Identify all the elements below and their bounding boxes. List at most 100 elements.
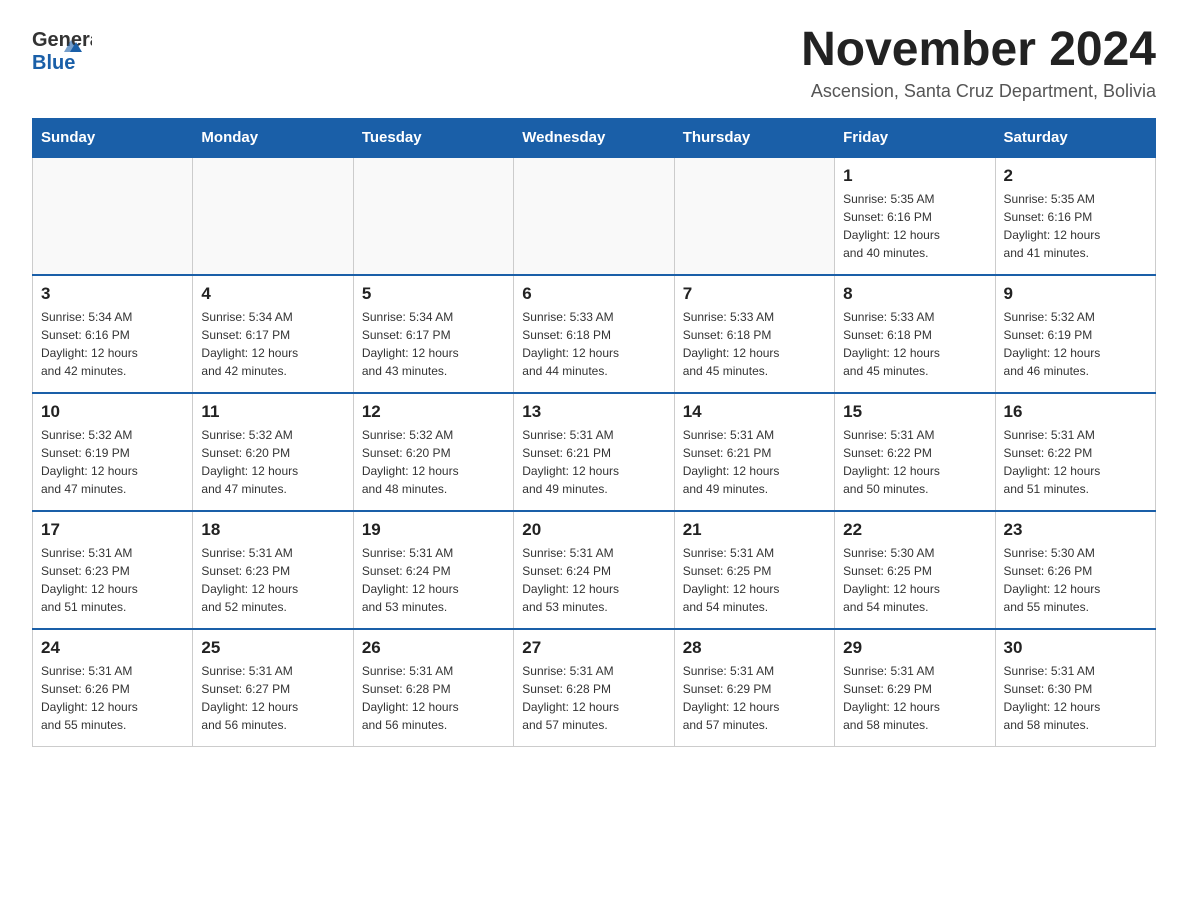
day-number: 4 <box>201 284 344 304</box>
month-title: November 2024 <box>801 24 1156 77</box>
day-number: 17 <box>41 520 184 540</box>
day-number: 22 <box>843 520 986 540</box>
day-number: 2 <box>1004 166 1147 186</box>
day-info: Sunrise: 5:32 AMSunset: 6:20 PMDaylight:… <box>201 426 344 498</box>
table-row: 22 Sunrise: 5:30 AMSunset: 6:25 PMDayligh… <box>835 511 995 629</box>
day-number: 16 <box>1004 402 1147 422</box>
day-number: 24 <box>41 638 184 658</box>
table-row: 3Sunrise: 5:34 AMSunset: 6:16 PMDaylight… <box>33 275 193 393</box>
table-row: 4 Sunrise: 5:34 AMSunset: 6:17 PMDaylight… <box>193 275 353 393</box>
table-row: 29Sunrise: 5:31 AMSunset: 6:29 PMDayligh… <box>835 629 995 747</box>
table-row: 9 Sunrise: 5:32 AMSunset: 6:19 PMDaylight… <box>995 275 1155 393</box>
day-info: Sunrise: 5:32 AMSunset: 6:19 PMDaylight:… <box>1004 308 1147 380</box>
header-wednesday: Wednesday <box>514 118 674 157</box>
day-info: Sunrise: 5:31 AMSunset: 6:24 PMDaylight:… <box>522 544 665 616</box>
day-number: 11 <box>201 402 344 422</box>
table-row: 7 Sunrise: 5:33 AMSunset: 6:18 PMDaylight… <box>674 275 834 393</box>
day-number: 14 <box>683 402 826 422</box>
day-info: Sunrise: 5:31 AMSunset: 6:22 PMDaylight:… <box>843 426 986 498</box>
day-number: 7 <box>683 284 826 304</box>
day-info: Sunrise: 5:31 AMSunset: 6:24 PMDaylight:… <box>362 544 505 616</box>
table-row <box>33 157 193 275</box>
table-row: 8 Sunrise: 5:33 AMSunset: 6:18 PMDaylight… <box>835 275 995 393</box>
table-row: 21 Sunrise: 5:31 AMSunset: 6:25 PMDayligh… <box>674 511 834 629</box>
calendar-week-row: 10 Sunrise: 5:32 AMSunset: 6:19 PMDayligh… <box>33 393 1156 511</box>
table-row: 13 Sunrise: 5:31 AMSunset: 6:21 PMDayligh… <box>514 393 674 511</box>
day-info: Sunrise: 5:35 AMSunset: 6:16 PMDaylight:… <box>1004 190 1147 262</box>
day-number: 6 <box>522 284 665 304</box>
table-row: 12 Sunrise: 5:32 AMSunset: 6:20 PMDayligh… <box>353 393 513 511</box>
day-number: 30 <box>1004 638 1147 658</box>
table-row: 24 Sunrise: 5:31 AMSunset: 6:26 PMDayligh… <box>33 629 193 747</box>
day-number: 10 <box>41 402 184 422</box>
header-sunday: Sunday <box>33 118 193 157</box>
page-header: General Blue November 2024 Ascension, Sa… <box>32 24 1156 102</box>
table-row: 5Sunrise: 5:34 AMSunset: 6:17 PMDaylight… <box>353 275 513 393</box>
day-number: 29 <box>843 638 986 658</box>
location-subtitle: Ascension, Santa Cruz Department, Bolivi… <box>801 81 1156 102</box>
day-info: Sunrise: 5:31 AMSunset: 6:29 PMDaylight:… <box>683 662 826 734</box>
table-row: 1 Sunrise: 5:35 AMSunset: 6:16 PMDaylight… <box>835 157 995 275</box>
table-row: 28 Sunrise: 5:31 AMSunset: 6:29 PMDayligh… <box>674 629 834 747</box>
header-monday: Monday <box>193 118 353 157</box>
svg-text:General: General <box>32 29 92 51</box>
day-number: 12 <box>362 402 505 422</box>
table-row <box>353 157 513 275</box>
day-number: 15 <box>843 402 986 422</box>
header-thursday: Thursday <box>674 118 834 157</box>
calendar-table: Sunday Monday Tuesday Wednesday Thursday… <box>32 118 1156 747</box>
day-number: 23 <box>1004 520 1147 540</box>
day-info: Sunrise: 5:33 AMSunset: 6:18 PMDaylight:… <box>683 308 826 380</box>
day-number: 19 <box>362 520 505 540</box>
day-info: Sunrise: 5:31 AMSunset: 6:21 PMDaylight:… <box>522 426 665 498</box>
table-row: 11 Sunrise: 5:32 AMSunset: 6:20 PMDayligh… <box>193 393 353 511</box>
day-info: Sunrise: 5:31 AMSunset: 6:28 PMDaylight:… <box>522 662 665 734</box>
day-info: Sunrise: 5:30 AMSunset: 6:26 PMDaylight:… <box>1004 544 1147 616</box>
day-info: Sunrise: 5:31 AMSunset: 6:26 PMDaylight:… <box>41 662 184 734</box>
day-info: Sunrise: 5:34 AMSunset: 6:17 PMDaylight:… <box>201 308 344 380</box>
table-row: 30 Sunrise: 5:31 AMSunset: 6:30 PMDayligh… <box>995 629 1155 747</box>
day-number: 28 <box>683 638 826 658</box>
day-number: 27 <box>522 638 665 658</box>
logo: General Blue <box>32 24 92 79</box>
table-row: 18 Sunrise: 5:31 AMSunset: 6:23 PMDayligh… <box>193 511 353 629</box>
day-info: Sunrise: 5:32 AMSunset: 6:19 PMDaylight:… <box>41 426 184 498</box>
table-row: 2 Sunrise: 5:35 AMSunset: 6:16 PMDaylight… <box>995 157 1155 275</box>
day-info: Sunrise: 5:35 AMSunset: 6:16 PMDaylight:… <box>843 190 986 262</box>
day-info: Sunrise: 5:31 AMSunset: 6:27 PMDaylight:… <box>201 662 344 734</box>
table-row: 19 Sunrise: 5:31 AMSunset: 6:24 PMDayligh… <box>353 511 513 629</box>
day-info: Sunrise: 5:31 AMSunset: 6:22 PMDaylight:… <box>1004 426 1147 498</box>
day-info: Sunrise: 5:33 AMSunset: 6:18 PMDaylight:… <box>843 308 986 380</box>
table-row <box>674 157 834 275</box>
table-row <box>514 157 674 275</box>
header-saturday: Saturday <box>995 118 1155 157</box>
day-info: Sunrise: 5:32 AMSunset: 6:20 PMDaylight:… <box>362 426 505 498</box>
day-number: 9 <box>1004 284 1147 304</box>
table-row: 14 Sunrise: 5:31 AMSunset: 6:21 PMDayligh… <box>674 393 834 511</box>
day-info: Sunrise: 5:33 AMSunset: 6:18 PMDaylight:… <box>522 308 665 380</box>
day-info: Sunrise: 5:31 AMSunset: 6:28 PMDaylight:… <box>362 662 505 734</box>
day-number: 18 <box>201 520 344 540</box>
table-row: 26Sunrise: 5:31 AMSunset: 6:28 PMDayligh… <box>353 629 513 747</box>
day-info: Sunrise: 5:34 AMSunset: 6:17 PMDaylight:… <box>362 308 505 380</box>
day-number: 20 <box>522 520 665 540</box>
day-info: Sunrise: 5:34 AMSunset: 6:16 PMDaylight:… <box>41 308 184 380</box>
table-row: 16 Sunrise: 5:31 AMSunset: 6:22 PMDayligh… <box>995 393 1155 511</box>
day-info: Sunrise: 5:31 AMSunset: 6:25 PMDaylight:… <box>683 544 826 616</box>
day-info: Sunrise: 5:31 AMSunset: 6:23 PMDaylight:… <box>41 544 184 616</box>
day-info: Sunrise: 5:31 AMSunset: 6:30 PMDaylight:… <box>1004 662 1147 734</box>
day-number: 25 <box>201 638 344 658</box>
table-row <box>193 157 353 275</box>
day-number: 8 <box>843 284 986 304</box>
table-row: 20 Sunrise: 5:31 AMSunset: 6:24 PMDayligh… <box>514 511 674 629</box>
calendar-week-row: 24 Sunrise: 5:31 AMSunset: 6:26 PMDayligh… <box>33 629 1156 747</box>
day-number: 13 <box>522 402 665 422</box>
day-number: 1 <box>843 166 986 186</box>
day-info: Sunrise: 5:31 AMSunset: 6:21 PMDaylight:… <box>683 426 826 498</box>
day-number: 21 <box>683 520 826 540</box>
table-row: 15 Sunrise: 5:31 AMSunset: 6:22 PMDayligh… <box>835 393 995 511</box>
day-info: Sunrise: 5:30 AMSunset: 6:25 PMDaylight:… <box>843 544 986 616</box>
title-section: November 2024 Ascension, Santa Cruz Depa… <box>801 24 1156 102</box>
day-info: Sunrise: 5:31 AMSunset: 6:23 PMDaylight:… <box>201 544 344 616</box>
table-row: 27 Sunrise: 5:31 AMSunset: 6:28 PMDayligh… <box>514 629 674 747</box>
